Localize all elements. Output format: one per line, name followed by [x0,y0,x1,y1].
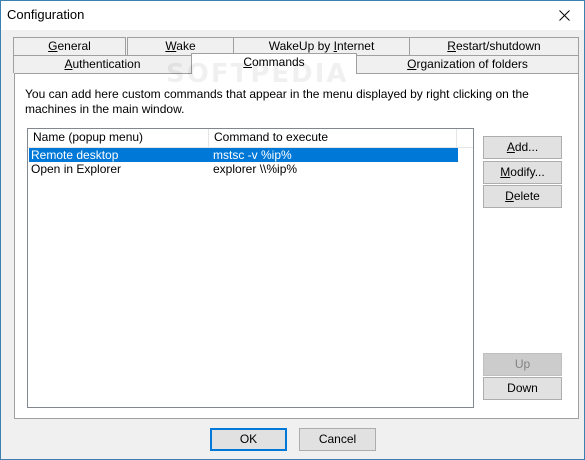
tab-restart-shutdown[interactable]: Restart/shutdown [409,37,579,55]
tab-authentication-label: uthentication [72,57,141,71]
add-button[interactable]: Add... [483,136,562,159]
add-button-accel: A [506,140,515,154]
list-header: Name (popup menu) Command to execute [28,129,473,148]
tab-organization-label: rganization of folders [416,57,528,71]
modify-button-label: odify... [510,165,545,179]
list-item-command: explorer \\%ip% [213,162,298,176]
tab-organization-of-folders[interactable]: Organization of folders [356,55,579,73]
tab-restart-accel: R [447,39,456,53]
down-button[interactable]: Down [483,377,562,400]
list-item[interactable]: Open in Explorer explorer \\%ip% [29,162,458,176]
title-bar[interactable]: Configuration [1,1,584,30]
commands-list[interactable]: Name (popup menu) Command to execute Rem… [27,128,474,408]
list-item-command: mstsc -v %ip% [213,148,292,162]
delete-button-label: elete [513,189,540,203]
panel-description: You can add here custom commands that ap… [25,87,529,116]
delete-button-accel: D [505,189,514,203]
delete-button[interactable]: Delete [483,185,562,208]
tab-wakeup-pre: WakeUp by [268,39,334,53]
window-title: Configuration [7,7,85,22]
modify-button-accel: M [500,165,511,179]
tab-wakeup-label: nternet [336,39,375,53]
cancel-button[interactable]: Cancel [299,428,376,451]
list-item[interactable]: Remote desktop mstsc -v %ip% [29,148,458,162]
tab-restart-label: estart/shutdown [455,39,541,53]
configuration-window: Configuration General Wake WakeUp by Int… [0,0,585,460]
tab-general-label: eneral [57,39,91,53]
tab-general[interactable]: General [13,37,126,55]
add-button-label: dd... [514,140,539,154]
close-button[interactable] [544,1,584,30]
modify-button[interactable]: Modify... [483,161,562,184]
watermark: SOFTPEDIA [166,59,349,89]
column-header-command[interactable]: Command to execute [209,129,457,147]
list-item-name: Remote desktop [31,148,119,162]
tab-wake-label: ake [176,39,196,53]
tab-wake-accel: W [165,39,177,53]
commands-panel: You can add here custom commands that ap… [14,73,579,419]
ok-button[interactable]: OK [210,428,287,451]
close-icon [558,10,570,21]
list-item-name: Open in Explorer [31,162,122,176]
column-header-name[interactable]: Name (popup menu) [28,129,209,147]
up-button[interactable]: Up [483,353,562,376]
